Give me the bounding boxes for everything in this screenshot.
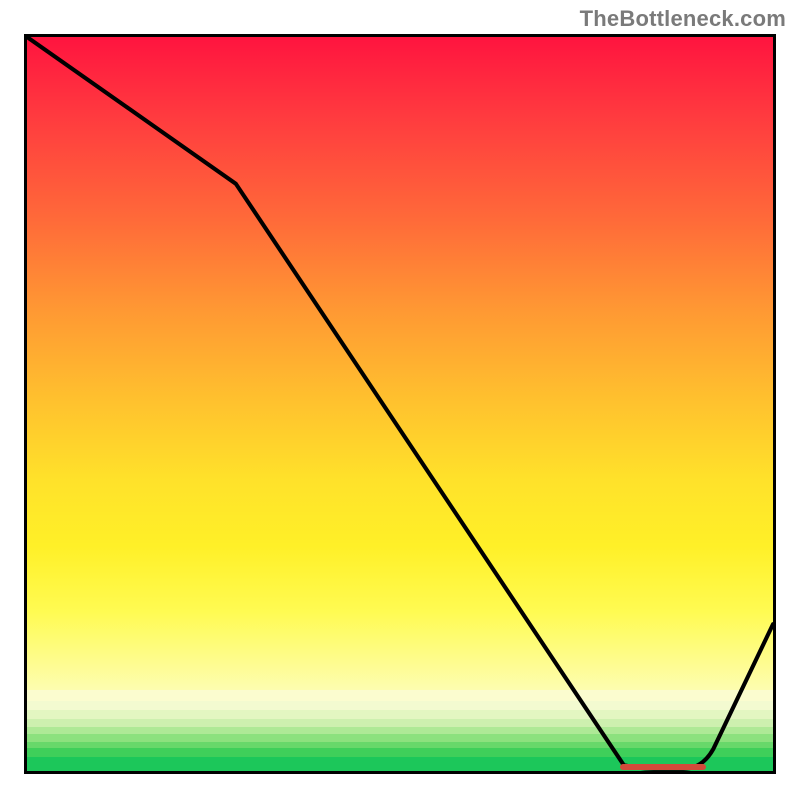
plot-area (24, 34, 776, 774)
watermark-text: TheBottleneck.com (580, 6, 786, 32)
chart-frame: TheBottleneck.com (0, 0, 800, 800)
optimal-range-marker (620, 764, 706, 770)
bottleneck-curve (27, 37, 773, 771)
